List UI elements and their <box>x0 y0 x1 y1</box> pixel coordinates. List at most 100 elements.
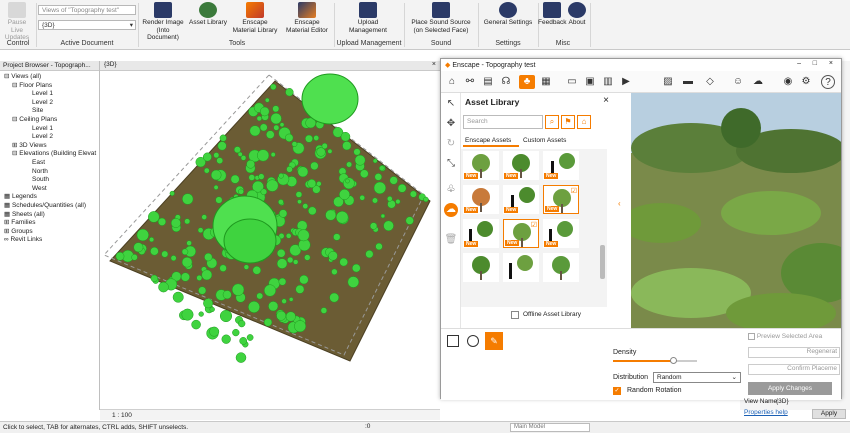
preview-checkbox[interactable] <box>748 333 755 340</box>
material-library-button[interactable]: Enscape Material Library <box>230 2 280 34</box>
pause-live-updates-button[interactable]: Pause Live Updates <box>2 2 32 42</box>
cube-icon[interactable]: ◇ <box>703 75 717 89</box>
tree-item[interactable]: Level 1 <box>0 90 99 99</box>
tree-item[interactable]: ⊞ 3D Views <box>0 142 99 151</box>
tree-item[interactable]: ▦ Schedules/Quantities (all) <box>0 202 99 211</box>
tree-item[interactable]: ⊟ Views (all) <box>0 73 99 82</box>
material-editor-icon[interactable]: ▦ <box>539 75 553 89</box>
video-icon[interactable]: ▶ <box>619 75 633 89</box>
home-icon[interactable]: ⌂ <box>445 75 459 89</box>
map-icon[interactable]: ▨ <box>661 75 675 89</box>
flag-icon[interactable]: ⚑ <box>561 115 575 129</box>
tree-item[interactable]: ▦ Sheets (all) <box>0 211 99 220</box>
tab-enscape-assets[interactable]: Enscape Assets <box>463 135 519 147</box>
place-tree-icon[interactable]: ♧ <box>444 183 458 197</box>
place-sound-button[interactable]: Place Sound Source (on Selected Face) <box>406 2 476 34</box>
walk-icon[interactable]: ☊ <box>499 75 513 89</box>
tree-item[interactable]: ▦ Legends <box>0 193 99 202</box>
asset-thumbnail-selected[interactable]: New ☑ <box>543 185 579 214</box>
rotate-icon[interactable]: ↻ <box>444 137 458 151</box>
tree-item[interactable]: Level 2 <box>0 133 99 142</box>
offline-checkbox[interactable] <box>511 311 519 319</box>
random-rotation-checkbox[interactable]: ✓ <box>613 387 621 395</box>
density-slider[interactable] <box>613 357 697 364</box>
asset-thumbnail[interactable]: New <box>543 219 579 248</box>
enscape-render-view[interactable] <box>631 93 841 328</box>
tree-item[interactable]: Site <box>0 107 99 116</box>
tree-item[interactable]: ⊟ Floor Plans <box>0 82 99 91</box>
distribution-select[interactable]: Random ⌄ <box>653 372 741 383</box>
preview-selected-area[interactable]: Preview Selected Area <box>748 333 822 340</box>
render-image-button[interactable]: Render Image (Into Document) <box>140 2 186 42</box>
about-button[interactable]: About <box>566 2 588 27</box>
asset-thumbnail[interactable]: New <box>543 151 579 180</box>
asset-thumbnail[interactable] <box>463 253 499 282</box>
tree-item[interactable]: North <box>0 168 99 177</box>
pointer-icon[interactable]: ↖ <box>444 97 458 111</box>
asset-thumbnail[interactable]: New <box>463 219 499 248</box>
render-icon[interactable]: ▣ <box>583 75 597 89</box>
rectangle-tool-icon[interactable] <box>447 335 459 347</box>
collapse-arrow-icon[interactable]: ‹ <box>618 199 621 208</box>
delete-icon[interactable]: 🗑 <box>444 233 458 247</box>
gear-icon[interactable]: ⚙ <box>799 75 813 89</box>
tree-item[interactable]: ⊞ Families <box>0 219 99 228</box>
tree-item[interactable]: Level 2 <box>0 99 99 108</box>
search-input[interactable]: Search <box>463 115 543 129</box>
bim-icon[interactable]: ▤ <box>481 75 495 89</box>
apply-changes-button[interactable]: Apply Changes <box>748 382 832 395</box>
model-select[interactable]: Main Model <box>510 423 590 432</box>
views-combo[interactable]: Views of "Topography test" <box>38 5 136 15</box>
tree-item[interactable]: ⊞ Groups <box>0 228 99 237</box>
cloud-icon[interactable]: ☁ <box>751 75 765 89</box>
scale-icon[interactable]: ⤡ <box>444 157 458 171</box>
close-icon[interactable]: × <box>603 95 609 106</box>
apply-button[interactable]: Apply <box>812 409 846 419</box>
asset-library-icon[interactable]: ♣ <box>519 75 535 89</box>
feedback-button[interactable]: Feedback <box>538 2 567 27</box>
asset-thumbnail[interactable]: New <box>463 185 499 214</box>
tree-item[interactable]: ⊟ Elevations (Building Elevat <box>0 150 99 159</box>
3d-view-canvas[interactable] <box>100 61 440 410</box>
asset-thumbnail-selected[interactable]: New ☑ <box>503 219 539 248</box>
asset-thumbnail[interactable]: New <box>463 151 499 180</box>
maximize-icon[interactable]: □ <box>813 60 817 67</box>
tree-item[interactable]: East <box>0 159 99 168</box>
tag-icon[interactable]: ⌂ <box>577 115 591 129</box>
asset-thumbnail[interactable]: New <box>503 151 539 180</box>
scatter-icon[interactable]: ☁ <box>444 203 458 217</box>
close-icon[interactable]: × <box>829 60 833 67</box>
batch-render-icon[interactable]: ▥ <box>601 75 615 89</box>
tree-item[interactable]: South <box>0 176 99 185</box>
tab-custom-assets[interactable]: Custom Assets <box>521 135 577 147</box>
search-icon[interactable]: ⌕ <box>545 115 559 129</box>
polygon-tool-icon[interactable]: ✎ <box>485 332 503 350</box>
general-settings-button[interactable]: General Settings <box>480 2 536 27</box>
tree-item[interactable]: ∞ Revit Links <box>0 236 99 245</box>
asset-library-button[interactable]: Asset Library <box>188 2 228 27</box>
scrollbar-thumb[interactable] <box>600 245 605 279</box>
panorama-icon[interactable]: ▬ <box>681 75 695 89</box>
upload-management-button[interactable]: Upload Management <box>340 2 396 34</box>
density-slider-knob[interactable] <box>670 357 678 364</box>
properties-help-link[interactable]: Properties help <box>744 409 788 416</box>
tree-item[interactable]: West <box>0 185 99 194</box>
minimize-icon[interactable]: – <box>797 60 801 67</box>
eye-icon[interactable]: ◉ <box>781 75 795 89</box>
asset-thumbnail[interactable] <box>503 253 539 282</box>
asset-thumbnail[interactable]: New <box>503 185 539 214</box>
asset-thumbnail[interactable] <box>543 253 579 282</box>
circle-tool-icon[interactable] <box>467 335 479 347</box>
view-tab[interactable]: {3D} × <box>100 61 440 71</box>
screenshot-icon[interactable]: ▭ <box>565 75 579 89</box>
regenerate-button[interactable]: Regenerat <box>748 347 840 358</box>
link-icon[interactable]: ⚯ <box>463 75 477 89</box>
help-icon[interactable]: ? <box>821 75 835 89</box>
tree-item[interactable]: Level 1 <box>0 125 99 134</box>
close-icon[interactable]: × <box>432 61 436 68</box>
confirm-placement-button[interactable]: Confirm Placeme <box>748 364 840 375</box>
material-editor-button[interactable]: Enscape Material Editor <box>282 2 332 34</box>
people-icon[interactable]: ☺ <box>731 75 745 89</box>
move-icon[interactable]: ✥ <box>444 117 458 131</box>
tree-item[interactable]: ⊟ Ceiling Plans <box>0 116 99 125</box>
